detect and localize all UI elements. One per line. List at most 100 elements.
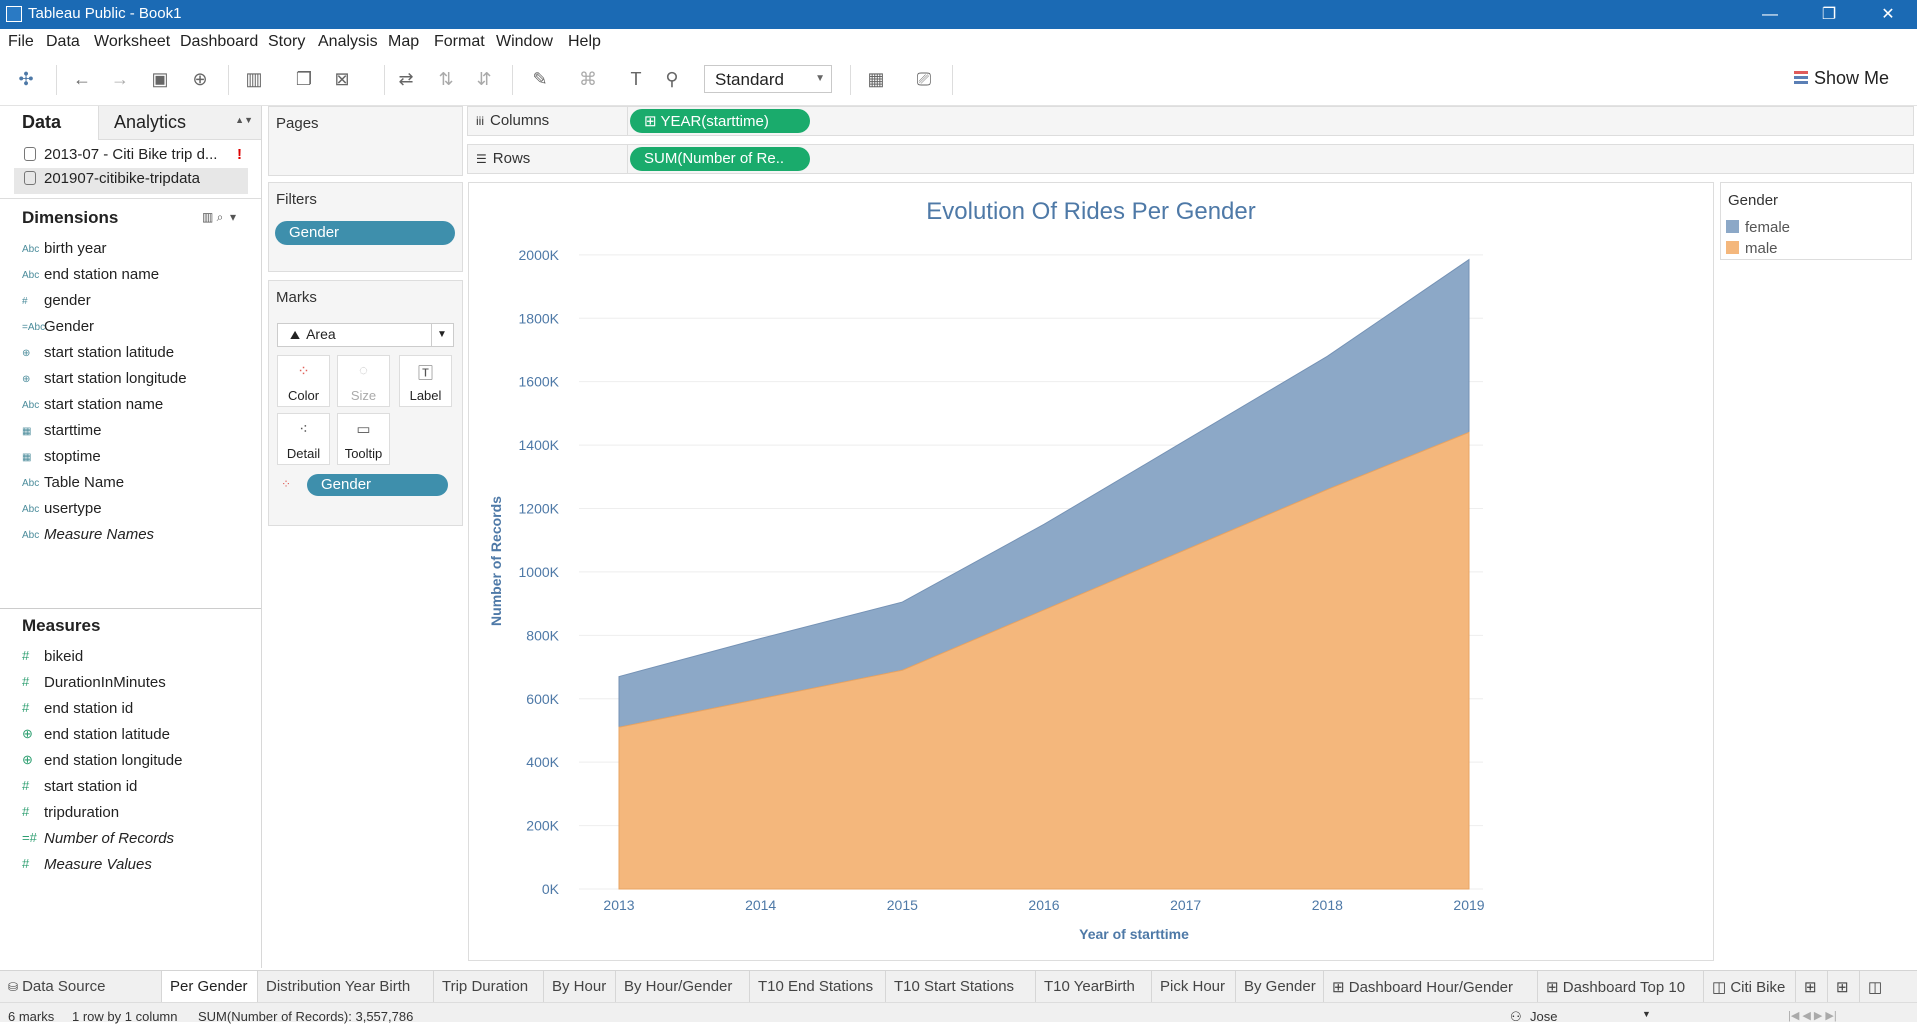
gender-legend[interactable]: Gender female male	[1720, 182, 1912, 260]
duplicate-sheet-icon[interactable]: ❐	[292, 67, 316, 91]
new-story-tab-icon[interactable]: ◫	[1860, 971, 1900, 1002]
menu-map[interactable]: Map	[388, 33, 419, 51]
fix-axes-icon[interactable]: ⚲	[660, 67, 684, 91]
area-chart[interactable]: Evolution Of Rides Per Gender 0K 200K 400K…	[469, 183, 1713, 960]
menu-worksheet[interactable]: Worksheet	[94, 33, 170, 51]
measure-field[interactable]: # start station id	[22, 778, 137, 802]
tab-analytics[interactable]: Analytics ▲▼	[98, 106, 261, 140]
fit-mode-dropdown[interactable]: Standard ▼	[704, 65, 832, 93]
detail-button[interactable]: ⁖ Detail	[277, 413, 330, 465]
add-datasource-icon[interactable]: ⊕	[188, 67, 212, 91]
measure-field[interactable]: # tripduration	[22, 804, 119, 828]
rows-shelf[interactable]: ☰ Rows SUM(Number of Re..	[467, 144, 1914, 174]
columns-pill-year-starttime[interactable]: ⊞ YEAR(starttime)	[630, 109, 810, 133]
tab-t10-end-stations[interactable]: T10 End Stations	[750, 971, 886, 1002]
menu-analysis[interactable]: Analysis	[318, 33, 378, 51]
tab-distribution-year-birth[interactable]: Distribution Year Birth	[258, 971, 434, 1002]
sheet-navigation[interactable]: |◀ ◀ ▶ ▶|	[1788, 1009, 1837, 1022]
tooltip-button[interactable]: ▭ Tooltip	[337, 413, 390, 465]
label-button[interactable]: 🅃 Label	[399, 355, 452, 407]
new-worksheet-icon[interactable]: ▥	[242, 67, 266, 91]
marks-pill-gender[interactable]: Gender	[307, 474, 448, 496]
tab-dashboard-hour-gender[interactable]: ⊞ Dashboard Hour/Gender	[1324, 971, 1538, 1002]
mark-type-dropdown[interactable]: ⛰ Area ▼	[277, 323, 454, 347]
rows-pill-sum-records[interactable]: SUM(Number of Re..	[630, 147, 810, 171]
redo-icon[interactable]: →	[108, 67, 132, 91]
undo-icon[interactable]: ←	[70, 67, 94, 91]
show-mark-labels-icon[interactable]: T	[624, 67, 648, 91]
highlight-icon[interactable]: ✎	[528, 67, 552, 91]
tab-by-hour-gender[interactable]: By Hour/Gender	[616, 971, 750, 1002]
filters-card[interactable]: Filters Gender	[268, 182, 463, 272]
columns-shelf[interactable]: iii Columns ⊞ YEAR(starttime)	[467, 106, 1914, 136]
measure-field[interactable]: ⊕ end station longitude	[22, 752, 182, 776]
dimension-field[interactable]: Abc Table Name	[22, 474, 124, 498]
chevron-down-icon[interactable]: ▼	[1642, 1009, 1651, 1019]
measure-field[interactable]: # end station id	[22, 700, 133, 724]
close-button[interactable]: ✕	[1859, 0, 1917, 29]
show-cards-icon[interactable]: ▦	[864, 67, 888, 91]
dimension-field[interactable]: # gender	[22, 292, 91, 316]
color-button[interactable]: ⁘ Color	[277, 355, 330, 407]
filter-pill-gender[interactable]: Gender	[275, 221, 455, 245]
tab-t10-yearbirth[interactable]: T10 YearBirth	[1036, 971, 1152, 1002]
sort-descending-icon[interactable]: ⇵	[472, 67, 496, 91]
measure-field[interactable]: ⊕ end station latitude	[22, 726, 170, 750]
measure-field[interactable]: # bikeid	[22, 648, 83, 672]
group-members-icon[interactable]: ⌘	[576, 67, 600, 91]
color-icon: ⁘	[297, 363, 310, 380]
minimize-button[interactable]: —	[1741, 0, 1799, 29]
datasource-item[interactable]: 2013-07 - Citi Bike trip d... !	[14, 146, 248, 170]
tab-trip-duration[interactable]: Trip Duration	[434, 971, 544, 1002]
menu-window[interactable]: Window	[496, 33, 553, 51]
tab-citi-bike-story[interactable]: ◫ Citi Bike	[1704, 971, 1796, 1002]
presentation-mode-icon[interactable]: ⎚	[912, 67, 936, 91]
tab-data[interactable]: Data	[0, 106, 98, 140]
dimension-field[interactable]: ▦ starttime	[22, 422, 102, 446]
legend-item-male[interactable]: male	[1726, 240, 1778, 257]
menu-story[interactable]: Story	[268, 33, 305, 51]
size-button[interactable]: ◌ Size	[337, 355, 390, 407]
tab-t10-start-stations[interactable]: T10 Start Stations	[886, 971, 1036, 1002]
datasource-item-selected[interactable]: 201907-citibike-tripdata	[14, 168, 248, 194]
measure-field[interactable]: # Measure Values	[22, 856, 152, 880]
menu-format[interactable]: Format	[434, 33, 485, 51]
mark-type-value: Area	[306, 326, 336, 342]
tab-by-gender[interactable]: By Gender	[1236, 971, 1324, 1002]
tab-data-source[interactable]: ⛁ Data Source	[0, 971, 162, 1002]
dimension-field[interactable]: Abc birth year	[22, 240, 107, 264]
menu-file[interactable]: File	[8, 33, 34, 51]
restore-button[interactable]: ❐	[1800, 0, 1858, 29]
dimension-field[interactable]: Abc usertype	[22, 500, 102, 524]
menu-help[interactable]: Help	[568, 33, 601, 51]
dimension-field[interactable]: Abc end station name	[22, 266, 159, 290]
dimension-field[interactable]: Abc Measure Names	[22, 526, 154, 550]
new-worksheet-tab-icon[interactable]: ⊞	[1796, 971, 1828, 1002]
status-user[interactable]: Jose	[1530, 1009, 1557, 1024]
dimension-field[interactable]: =AbcGender	[22, 318, 94, 342]
tableau-logo-icon[interactable]: ✣	[14, 67, 38, 91]
new-dashboard-tab-icon[interactable]: ⊞	[1828, 971, 1860, 1002]
tab-per-gender[interactable]: Per Gender	[162, 971, 258, 1002]
marks-label: Marks	[276, 289, 317, 306]
tab-by-hour[interactable]: By Hour	[544, 971, 616, 1002]
save-icon[interactable]: ▣	[148, 67, 172, 91]
tab-pick-hour[interactable]: Pick Hour	[1152, 971, 1236, 1002]
swap-rows-columns-icon[interactable]: ⇄	[394, 67, 418, 91]
show-me-button[interactable]: Show Me	[1794, 68, 1889, 89]
measure-field[interactable]: =# Number of Records	[22, 830, 174, 854]
pages-card[interactable]: Pages	[268, 106, 463, 176]
legend-item-female[interactable]: female	[1726, 219, 1790, 236]
tab-dashboard-top-10[interactable]: ⊞ Dashboard Top 10	[1538, 971, 1704, 1002]
menu-data[interactable]: Data	[46, 33, 80, 51]
sort-ascending-icon[interactable]: ⇅	[434, 67, 458, 91]
dimension-field[interactable]: ▦ stoptime	[22, 448, 101, 472]
worksheet-view[interactable]: Evolution Of Rides Per Gender 0K 200K 400K…	[468, 182, 1714, 961]
clear-sheet-icon[interactable]: ⊠	[330, 67, 354, 91]
menu-dashboard[interactable]: Dashboard	[180, 33, 258, 51]
measure-field[interactable]: # DurationInMinutes	[22, 674, 166, 698]
dimension-field[interactable]: Abc start station name	[22, 396, 163, 420]
dimension-field[interactable]: ⊕ start station longitude	[22, 370, 187, 394]
view-search-tools[interactable]: ▥ ⌕ ▾	[202, 210, 236, 225]
dimension-field[interactable]: ⊕ start station latitude	[22, 344, 174, 368]
